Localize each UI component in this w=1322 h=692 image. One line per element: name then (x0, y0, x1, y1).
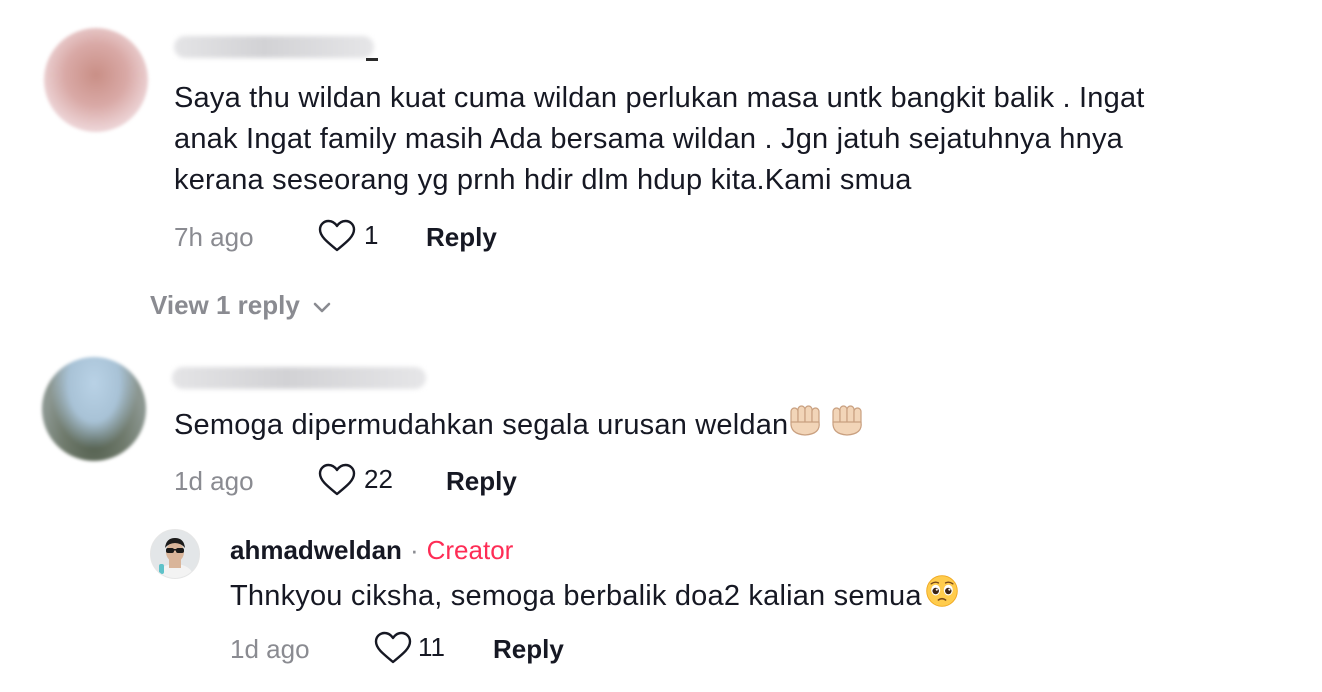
avatar[interactable] (44, 28, 148, 132)
heart-outline-icon[interactable] (374, 631, 412, 665)
comment-text: Saya thu wildan kuat cuma wildan perluka… (174, 78, 1145, 201)
heart-outline-icon[interactable] (318, 219, 356, 253)
palms-up-together-emoji (788, 404, 872, 450)
reply-timestamp: 1d ago (230, 634, 310, 664)
reply-button[interactable]: Reply (493, 634, 564, 665)
reply-button[interactable]: Reply (426, 222, 497, 253)
comment-line: Saya thu wildan kuat cuma wildan perluka… (174, 82, 1145, 114)
like-count: 11 (418, 632, 445, 662)
comment-text: Semoga dipermudahkan segala urusan welda… (174, 404, 872, 450)
comment-timestamp: 7h ago (174, 222, 254, 252)
username-underscore (366, 58, 378, 61)
view-replies-label: View 1 reply (150, 290, 300, 320)
like-button[interactable] (374, 631, 412, 670)
creator-username[interactable]: ahmadweldan (230, 535, 402, 566)
like-count: 1 (364, 220, 379, 250)
comment-line: anak Ingat family masih Ada bersama wild… (174, 123, 1123, 155)
like-button[interactable] (318, 463, 356, 502)
creator-avatar-image (151, 530, 199, 578)
heart-outline-icon[interactable] (318, 463, 356, 497)
creator-badge: Creator (426, 535, 514, 565)
comment-timestamp: 1d ago (174, 466, 254, 496)
reply-text: Thnkyou ciksha, semoga berbalik doa2 kal… (230, 573, 962, 621)
creator-avatar[interactable] (150, 529, 200, 579)
pleading-face-emoji (922, 573, 962, 621)
username-blurred[interactable] (172, 367, 426, 389)
comment-line: kerana seseorang yg prnh hdir dlm hdup k… (174, 164, 912, 196)
like-count: 22 (364, 464, 393, 494)
reply-button[interactable]: Reply (446, 466, 517, 497)
username-blurred[interactable] (174, 36, 374, 58)
separator-dot: · (409, 535, 419, 565)
reply-line: Thnkyou ciksha, semoga berbalik doa2 kal… (230, 580, 922, 612)
reply-header: ahmadweldan · Creator (230, 535, 513, 566)
view-replies-button[interactable]: View 1 reply (150, 290, 332, 321)
avatar[interactable] (42, 357, 146, 461)
comment-line: Semoga dipermudahkan segala urusan welda… (174, 409, 789, 441)
chevron-down-icon (313, 302, 331, 312)
like-button[interactable] (318, 219, 356, 258)
